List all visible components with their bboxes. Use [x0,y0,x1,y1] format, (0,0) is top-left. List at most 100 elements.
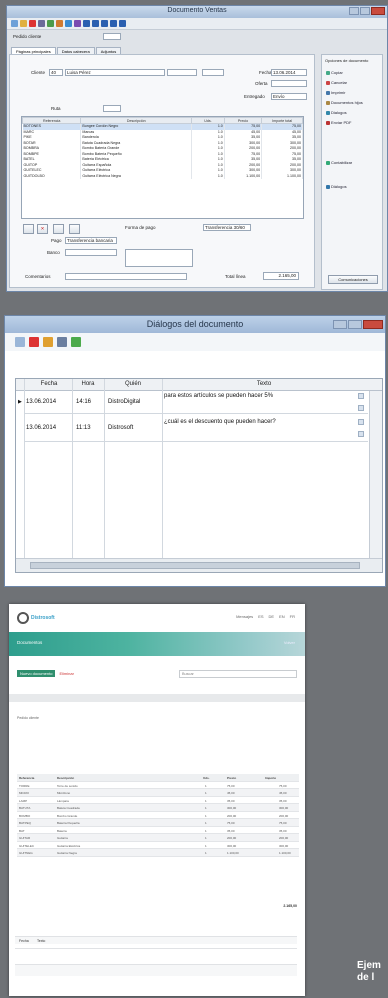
vertical-scrollbar[interactable] [369,391,382,558]
menu-item[interactable]: DE [269,614,275,619]
row-scroll-down[interactable] [358,431,364,437]
send-pdf-action[interactable]: Enviar PDF [326,119,380,126]
delete-icon[interactable] [29,337,39,347]
total-label: Total línea [225,274,246,279]
maximize-button[interactable] [360,7,370,15]
table-row[interactable]: MICRO Micrófono 1 45,00 45,00 [17,789,299,797]
copy-action[interactable]: Copiar [326,69,380,76]
notes-area[interactable] [125,249,193,267]
calc-icon[interactable] [74,20,81,27]
tab-attachments[interactable]: Adjuntos [95,47,122,54]
doc-icon-button[interactable] [23,224,34,234]
doc-icon[interactable] [15,337,25,347]
blue-box-icon[interactable] [110,20,117,27]
table-row[interactable]: GUITELEC Guitarra Eléctrica 1 300,00 300,00 [17,842,299,849]
row-scroll-up[interactable] [358,393,364,399]
new-icon[interactable] [11,20,18,27]
table-row[interactable]: BOMBO Bombo Grande 1 200,00 200,00 [17,812,299,819]
mail-icon[interactable] [56,20,63,27]
minimize-button[interactable] [349,7,359,15]
delete-icon[interactable] [29,20,36,27]
new-document-button[interactable]: Nuevo documento [17,670,56,677]
client-code-field[interactable]: 40 [49,69,63,76]
banco-field[interactable] [65,249,117,256]
client-name-field[interactable]: Luisa Pérez [65,69,165,76]
table-row[interactable]: BAT Batería 1 35,00 35,00 [17,827,299,834]
print-icon[interactable] [38,20,45,27]
refresh-icon[interactable] [71,337,81,347]
table-row[interactable]: GUITDOLBO Guitarra Eléctrica Negra 1.0 1.10… [22,173,303,179]
blue-box-icon[interactable] [83,20,90,27]
tab-header[interactable]: Datos cabecera [56,47,95,54]
dialog-row[interactable] [15,948,297,960]
client-extra-field[interactable] [167,69,197,76]
cancel-action[interactable]: Cancelar [326,79,380,86]
caption-line: de l [357,972,375,983]
table-row[interactable]: GUITNEG Guitarra Negra 1 1.100,00 1.100,00 [17,849,299,857]
dialogs-grid[interactable]: Fecha Hora Quién Texto ▶ 13.06.2014 14:1… [15,378,383,573]
communications-button[interactable]: Comunicaciones [328,275,378,284]
table-row[interactable]: BATPEQ Batería Pequeña 1 75,00 75,00 [17,819,299,827]
dialogs-action-2[interactable]: Diálogos [326,183,380,190]
table-row[interactable]: TORRE Torre de sonido 1 75,00 75,00 [17,782,299,789]
cell: BATUTA [19,806,31,810]
comments-field[interactable] [65,273,187,280]
chart-icon[interactable] [65,20,72,27]
tab-main[interactable]: Páginas principales [11,47,56,54]
col-header-quien[interactable]: Quién [106,381,160,387]
fecha-field[interactable]: 13.06.2014 [271,69,307,76]
cell-quien: DistroDigital [108,399,141,405]
close-button[interactable] [371,7,385,15]
ruta-select[interactable] [103,105,121,112]
comments-label: Comentarios [25,274,51,279]
print-action[interactable]: Imprimir [326,89,380,96]
col-header-fecha[interactable]: Fecha [32,381,66,387]
printer-icon[interactable] [57,337,67,347]
delete-icon-button[interactable]: ✕ [37,224,48,234]
accounting-action[interactable]: Contabilizar [326,159,380,166]
blue-box-icon[interactable] [101,20,108,27]
child-docs-action[interactable]: Documentos hijos [326,99,380,106]
menu-item[interactable]: EN [279,614,285,619]
dialogs-action[interactable]: Dialogos [326,109,380,116]
row-scroll-down[interactable] [358,405,364,411]
blue-box-icon[interactable] [119,20,126,27]
lines-grid[interactable]: Referencia Descripción Uds. Precio Impor… [21,116,304,219]
table-row[interactable]: BATUTA Batuta Cuadrada 1 300,00 300,00 [17,804,299,812]
menu-item[interactable]: ES [258,614,263,619]
cell: 1 [205,836,207,840]
client-extra-field-2[interactable] [202,69,224,76]
cell: TORRE [19,783,30,788]
col-header-hora[interactable]: Hora [74,381,102,387]
oferta-field[interactable] [271,80,307,87]
delete-link[interactable]: Eliminar [59,671,73,676]
caption-text: Ejem de l [357,960,381,984]
edit-icon-button[interactable] [69,224,80,234]
people-icon[interactable] [43,337,53,347]
maximize-button[interactable] [348,320,362,329]
col-header-texto[interactable]: Texto [164,381,364,387]
table-row[interactable]: GUITAR Guitarra 1 200,00 200,00 [17,834,299,842]
menu-item[interactable]: Mensajes [236,614,253,619]
search-input[interactable]: Buscar [179,670,297,678]
back-link[interactable]: Volver [284,640,295,645]
copy-icon-button[interactable] [53,224,64,234]
minimize-button[interactable] [333,320,347,329]
pago-field[interactable]: Transferencia bancaria [65,237,117,244]
entregado-field[interactable]: Envío [271,93,307,100]
dialog-row[interactable] [15,964,297,976]
customer-type-select[interactable] [103,33,121,40]
cell-fecha: 13.06.2014 [26,425,57,431]
table-header: Referencia Descripción Uds. Precio Impor… [17,774,299,782]
web-portal-screenshot: Distrosoft Mensajes ES DE EN FR Document… [9,604,305,996]
horizontal-scrollbar[interactable] [16,558,382,572]
copy-icon[interactable] [47,20,54,27]
menu-item[interactable]: FR [290,614,295,619]
close-button[interactable] [363,320,383,329]
row-scroll-up[interactable] [358,419,364,425]
scroll-thumb[interactable] [30,562,360,569]
blue-box-icon[interactable] [92,20,99,27]
table-row[interactable]: LAMP Lámpara 1 35,00 35,00 [17,797,299,804]
open-icon[interactable] [20,20,27,27]
forma-field[interactable]: Transferencia 30/60 [203,224,251,231]
